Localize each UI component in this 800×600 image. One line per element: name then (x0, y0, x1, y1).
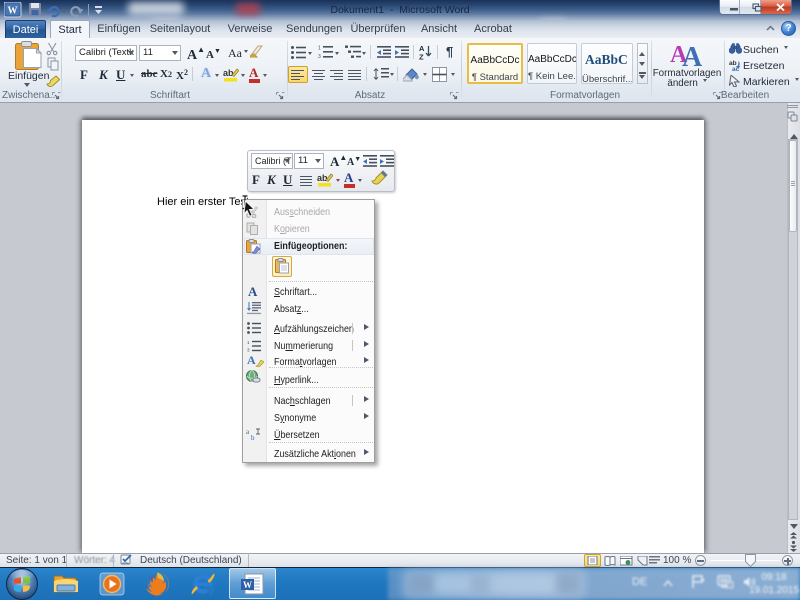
svg-text:W: W (8, 6, 18, 17)
svg-text:ab: ab (223, 68, 234, 78)
svg-text:W: W (243, 580, 252, 590)
svg-text:3: 3 (318, 54, 321, 59)
svg-text:1: 1 (318, 46, 321, 52)
svg-text:A: A (682, 42, 702, 66)
svg-text:ab: ab (317, 173, 328, 183)
svg-text:Z: Z (419, 53, 424, 61)
svg-text:a: a (246, 428, 250, 436)
svg-text:b: b (251, 434, 255, 441)
svg-text:3: 3 (247, 348, 250, 353)
svg-text:1: 1 (247, 340, 250, 345)
